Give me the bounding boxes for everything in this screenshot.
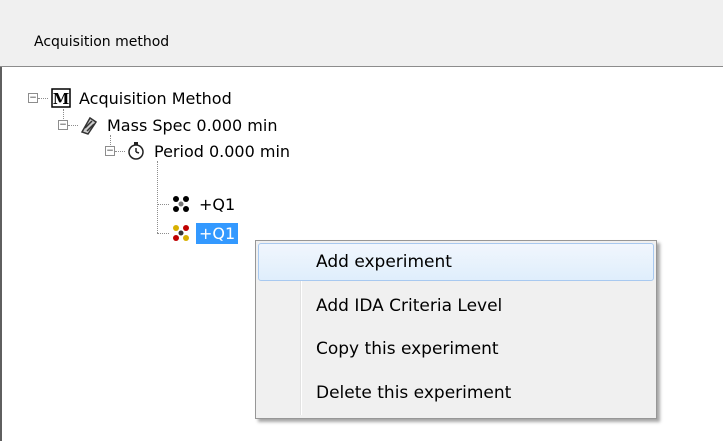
experiment-icon <box>173 225 189 241</box>
acquisition-method-icon: M <box>51 88 71 108</box>
tree-connector <box>157 233 169 234</box>
tree-connector <box>115 151 125 152</box>
collapse-icon[interactable]: − <box>28 93 38 103</box>
tree-connector <box>38 98 48 99</box>
collapse-icon[interactable]: − <box>58 120 68 130</box>
tree-node-mass-spec[interactable]: Mass Spec 0.000 min <box>78 112 280 138</box>
tree-node-label: Mass Spec 0.000 min <box>107 115 278 135</box>
tree-connector <box>157 204 169 205</box>
panel-header: Acquisition method <box>0 0 723 67</box>
menu-item-add-ida-criteria-level[interactable]: Add IDA Criteria Level <box>258 287 654 325</box>
tree-node-acquisition-method[interactable]: M Acquisition Method <box>50 85 235 111</box>
tree-connector <box>68 125 78 126</box>
tree-connector <box>157 161 158 233</box>
context-menu: Add experiment Add IDA Criteria Level Co… <box>255 240 657 419</box>
collapse-icon[interactable]: − <box>105 146 115 156</box>
svg-text:M: M <box>53 90 70 108</box>
menu-item-delete-experiment[interactable]: Delete this experiment <box>258 374 654 412</box>
tree-node-label: Period 0.000 min <box>154 141 291 161</box>
period-clock-icon <box>128 142 144 160</box>
tree-node-label: +Q1 <box>199 194 236 214</box>
menu-item-copy-experiment[interactable]: Copy this experiment <box>258 330 654 368</box>
tree-node-experiment[interactable]: +Q1 <box>170 191 238 217</box>
tree-node-period[interactable]: Period 0.000 min <box>125 138 293 164</box>
experiment-icon <box>173 196 189 212</box>
tree-node-label: Acquisition Method <box>79 88 232 108</box>
mass-spec-icon <box>80 116 98 135</box>
panel-title: Acquisition method <box>34 34 170 50</box>
menu-item-add-experiment[interactable]: Add experiment <box>258 243 654 281</box>
tree-node-experiment-selected[interactable]: +Q1 <box>170 220 239 246</box>
tree-node-label: +Q1 <box>196 222 239 244</box>
